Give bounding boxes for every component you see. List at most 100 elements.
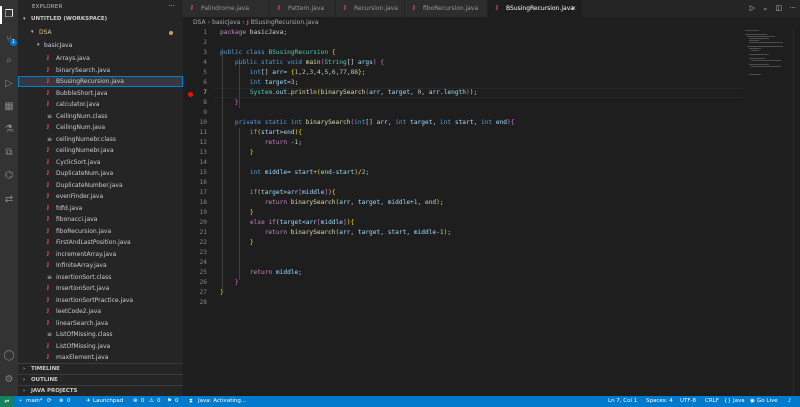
file-item[interactable]: J InsertionSort.java [18,283,183,294]
file-item[interactable]: JceilingNumebr.java [18,145,183,156]
file-item-label: linearSearch.java [56,319,109,327]
line-number: 18 [199,199,207,206]
file-item[interactable]: JbinarySearch.java [18,65,183,76]
file-item[interactable]: J ListOfMissing.java [18,341,183,352]
timeline-section[interactable]: › TIMELINE [18,363,183,374]
problems-warnings[interactable]: 0 [157,396,161,407]
language-mode[interactable]: Java [733,396,745,407]
activity-bar: ❐ ⑂ 1 ⌕ ▷ ▦ ⚗ ⧉ ⌬ ⇄ ◯ ⚙ [0,0,18,396]
java-file-icon: J [47,89,50,96]
file-item[interactable]: J CyclicSort.java [18,157,183,168]
minimap[interactable] [743,28,793,88]
tab-pattern[interactable]: J Pattern.java [270,0,336,17]
file-item[interactable]: Jfdfd.java [18,203,183,214]
chevron-down-icon[interactable]: ⌄ [762,4,768,12]
file-item[interactable]: ≡ CeilingNum.class [18,111,183,122]
line-number: 7 [203,89,207,96]
breadcrumb: DSA › basicJava › J BSusingRecursion.java [193,19,319,26]
file-item[interactable]: J BSusingRecursion.java [18,76,183,87]
line-number: 14 [199,159,207,166]
search-icon[interactable]: ⌕ [3,55,15,67]
code-line: else if(target<arr[middle]){ [249,219,355,226]
file-item[interactable]: JmaxElement.java [18,352,183,363]
java-projects-section[interactable]: › JAVA PROJECTS [18,385,183,396]
file-item[interactable]: J InfiniteArray.java [18,260,183,271]
run-debug-icon[interactable]: ▷ [3,78,15,90]
code-line: if(target>arr[middle]){ [249,189,336,196]
file-item[interactable]: JleetCode2.java [18,306,183,317]
file-item[interactable]: JevenFinder.java [18,191,183,202]
breadcrumb-item[interactable]: DSA [193,19,206,26]
tab-fiborecursion[interactable]: J fiboRecursion.java [405,0,488,17]
java-status[interactable]: Java: Activating... [198,396,246,407]
code-line: } [249,149,254,156]
file-item[interactable]: J BubbleShort.java [18,88,183,99]
java-file-icon: J [47,193,50,199]
line-number: 4 [203,59,207,66]
file-item[interactable]: Jcalculator.java [18,99,183,110]
breadcrumb-item[interactable]: BSusingRecursion.java [251,19,319,26]
file-item-label: fiboRecursion.java [56,227,112,235]
line-number: 22 [199,239,207,246]
notifications-bell-icon[interactable]: ♪ [788,396,792,407]
tab-palindrome[interactable]: J Palindrome.java [183,0,270,17]
cursor-position[interactable]: Ln 7, Col 1 [608,396,637,407]
file-item[interactable]: ≡ insertionSort.class [18,272,183,283]
explorer-files-icon[interactable]: ❐ [0,6,15,24]
line-number: 11 [199,129,207,136]
folder-basicjava[interactable]: ▾ basicJava [18,40,183,51]
tab-recursion[interactable]: J Recursion.java [336,0,405,17]
end-of-line[interactable]: CRLF [705,396,719,407]
run-icon[interactable]: ▷ [750,4,755,12]
braces-icon: {} [724,398,731,404]
code-editor[interactable]: 1 2 3 4 5 6 7 8 9 10 11 12 13 14 15 16 17 18 19 20 21 22 23 24 2… [183,28,743,396]
file-item[interactable]: J CeilingNum.java [18,122,183,133]
file-item[interactable]: Jfibonacci.java [18,214,183,225]
file-item[interactable]: J DuplicateNum.java [18,168,183,179]
code-line: } [249,209,254,216]
remote-explorer-icon[interactable]: ⧉ [3,147,15,159]
tab-bsusingrecursion[interactable]: J BSusingRecursion.java × [488,0,583,17]
branch-status[interactable]: main* [26,396,43,407]
close-icon[interactable]: × [571,0,576,17]
file-item[interactable]: J FirstAndLastPosition.java [18,237,183,248]
indentation[interactable]: Spaces: 4 [646,396,673,407]
java-file-icon: J [47,308,50,314]
file-item-label: CeilingNum.class [56,112,108,120]
more-actions-icon[interactable]: ··· [168,2,175,10]
file-item[interactable]: ≡ ceilingNumebr.class [18,134,183,145]
java-projects-icon[interactable]: ⌬ [3,170,15,182]
file-item[interactable]: J InsertionSortPractice.java [18,295,183,306]
file-item[interactable]: JincrementArray.java [18,249,183,260]
outline-section[interactable]: › OUTLINE [18,374,183,385]
remote-indicator-icon[interactable]: ⇌ [0,396,14,407]
workspace-header[interactable]: ▾ UNTITLED (WORKSPACE) [18,14,183,25]
launchpad-status[interactable]: Launchpad [93,396,123,407]
file-item[interactable]: ≡ ListOfMissing.class [18,329,183,340]
more-actions-icon[interactable]: ··· [789,4,796,12]
file-item[interactable]: JlinearSearch.java [18,318,183,329]
encoding[interactable]: UTF-8 [680,396,696,407]
folder-dsa[interactable]: ▾ DSA [18,27,183,38]
java-file-icon: J [413,5,416,11]
ports-count[interactable]: 0 [175,396,179,407]
account-icon[interactable]: ◯ [3,350,15,362]
file-item[interactable]: J DuplicateNumber.java [18,180,183,191]
file-item[interactable]: JfiboRecursion.java [18,226,183,237]
go-live-button[interactable]: Go Live [757,396,778,407]
breadcrumb-item[interactable]: basicJava [212,19,240,26]
live-share-icon[interactable]: ⇄ [3,194,15,206]
extensions-icon[interactable]: ▦ [3,101,15,113]
problems-errors[interactable]: 0 [141,396,145,407]
editor-scrollbar[interactable] [793,28,800,396]
split-editor-icon[interactable]: ◫ [775,4,782,12]
errors-count[interactable]: 0 [67,396,71,407]
line-number: 8 [203,99,207,106]
line-number: 25 [199,269,207,276]
testing-icon[interactable]: ⚗ [3,124,15,136]
code-line: int middle= start+(end-start)/2; [249,169,370,176]
code-line: } [234,279,239,286]
file-item[interactable]: J Arrays.java [18,53,183,64]
sync-icon[interactable]: ⟳ [47,396,52,407]
settings-gear-icon[interactable]: ⚙ [3,374,15,386]
